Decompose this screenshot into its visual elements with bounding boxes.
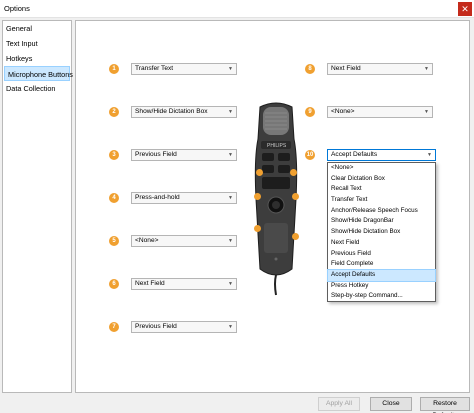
dropdown-option-press-hotkey[interactable]: Press Hotkey (328, 281, 435, 292)
microphone-buttons-panel: 1 Transfer Text ▼ 2 Show/Hide Dictation B… (75, 20, 470, 393)
dropdown-option-show-hide-dictation-box[interactable]: Show/Hide Dictation Box (328, 227, 435, 238)
close-window-button[interactable]: ✕ (458, 2, 472, 16)
dropdown-option-anchor-release-speech-focus[interactable]: Anchor/Release Speech Focus (328, 206, 435, 217)
chevron-down-icon: ▼ (424, 109, 429, 115)
button-marker (254, 193, 261, 200)
chevron-down-icon: ▼ (228, 281, 233, 287)
button-number-badge: 7 (109, 322, 119, 332)
button-7-action-select[interactable]: Previous Field ▼ (131, 321, 237, 333)
button-marker (256, 169, 263, 176)
close-button[interactable]: Close (370, 397, 412, 411)
button-9-action-select[interactable]: <None> ▼ (327, 106, 433, 118)
chevron-down-icon: ▼ (228, 324, 233, 330)
dialog-footer: Apply All Close Restore Defaults (0, 396, 474, 413)
dropdown-option-field-complete[interactable]: Field Complete (328, 259, 435, 270)
button-4-action-select[interactable]: Press-and-hold ▼ (131, 192, 237, 204)
action-dropdown-list: <None> Clear Dictation Box Recall Text T… (327, 162, 436, 302)
dropdown-option-recall-text[interactable]: Recall Text (328, 184, 435, 195)
chevron-down-icon: ▼ (228, 152, 233, 158)
button-6-action-select[interactable]: Next Field ▼ (131, 278, 237, 290)
chevron-down-icon: ▼ (424, 66, 429, 72)
button-marker (292, 193, 299, 200)
dropdown-option-next-field[interactable]: Next Field (328, 238, 435, 249)
restore-defaults-button[interactable]: Restore Defaults (420, 397, 470, 413)
window-title: Options (4, 4, 30, 13)
button-5-action-select[interactable]: <None> ▼ (131, 235, 237, 247)
dropdown-option-step-by-step-command[interactable]: Step-by-step Command... (328, 291, 435, 302)
button-number-badge: 5 (109, 236, 119, 246)
sidebar-item-hotkeys[interactable]: Hotkeys (3, 51, 71, 66)
button-number-badge: 3 (109, 150, 119, 160)
select-value: Next Field (331, 65, 361, 72)
chevron-down-icon: ▼ (228, 195, 233, 201)
options-sidebar: General Text Input Hotkeys Microphone Bu… (2, 20, 73, 393)
button-3-action-select[interactable]: Previous Field ▼ (131, 149, 237, 161)
button-number-badge: 4 (109, 193, 119, 203)
button-number-badge: 6 (109, 279, 119, 289)
dropdown-option-clear-dictation-box[interactable]: Clear Dictation Box (328, 174, 435, 185)
button-10-action-select[interactable]: Accept Defaults ▼ (327, 149, 436, 161)
dropdown-option-accept-defaults[interactable]: Accept Defaults (327, 268, 436, 282)
select-value: Transfer Text (135, 65, 174, 72)
button-1-action-select[interactable]: Transfer Text ▼ (131, 63, 237, 75)
title-bar: Options ✕ (0, 0, 474, 18)
select-value: Press-and-hold (135, 194, 180, 201)
button-number-badge: 1 (109, 64, 119, 74)
sidebar-item-general[interactable]: General (3, 21, 71, 36)
button-marker (254, 225, 261, 232)
sidebar-item-data-collection[interactable]: Data Collection (3, 81, 71, 96)
chevron-down-icon: ▼ (427, 152, 432, 158)
dropdown-option-previous-field[interactable]: Previous Field (328, 249, 435, 260)
button-marker (292, 233, 299, 240)
button-number-badge: 9 (305, 107, 315, 117)
select-value: Show/Hide Dictation Box (135, 108, 208, 115)
sidebar-item-microphone-buttons[interactable]: Microphone Buttons (4, 66, 73, 81)
dropdown-option-transfer-text[interactable]: Transfer Text (328, 195, 435, 206)
brand-label: PHILIPS (267, 143, 287, 149)
apply-all-button[interactable]: Apply All (318, 397, 360, 411)
select-value: <None> (331, 108, 355, 115)
select-value: Next Field (135, 280, 165, 287)
button-number-badge: 8 (305, 64, 315, 74)
dropdown-option-show-hide-dragonbar[interactable]: Show/Hide DragonBar (328, 216, 435, 227)
select-value: <None> (135, 237, 159, 244)
select-value: Accept Defaults (331, 151, 378, 158)
button-number-badge: 10 (305, 150, 315, 160)
dropdown-option-none[interactable]: <None> (328, 163, 435, 174)
select-value: Previous Field (135, 151, 177, 158)
chevron-down-icon: ▼ (228, 109, 233, 115)
button-marker (290, 169, 297, 176)
sidebar-item-text-input[interactable]: Text Input (3, 36, 71, 51)
button-number-badge: 2 (109, 107, 119, 117)
microphone-illustration: PHILIPS (246, 99, 306, 299)
chevron-down-icon: ▼ (228, 66, 233, 72)
chevron-down-icon: ▼ (228, 238, 233, 244)
button-2-action-select[interactable]: Show/Hide Dictation Box ▼ (131, 106, 237, 118)
close-icon: ✕ (461, 4, 469, 14)
select-value: Previous Field (135, 323, 177, 330)
button-8-action-select[interactable]: Next Field ▼ (327, 63, 433, 75)
